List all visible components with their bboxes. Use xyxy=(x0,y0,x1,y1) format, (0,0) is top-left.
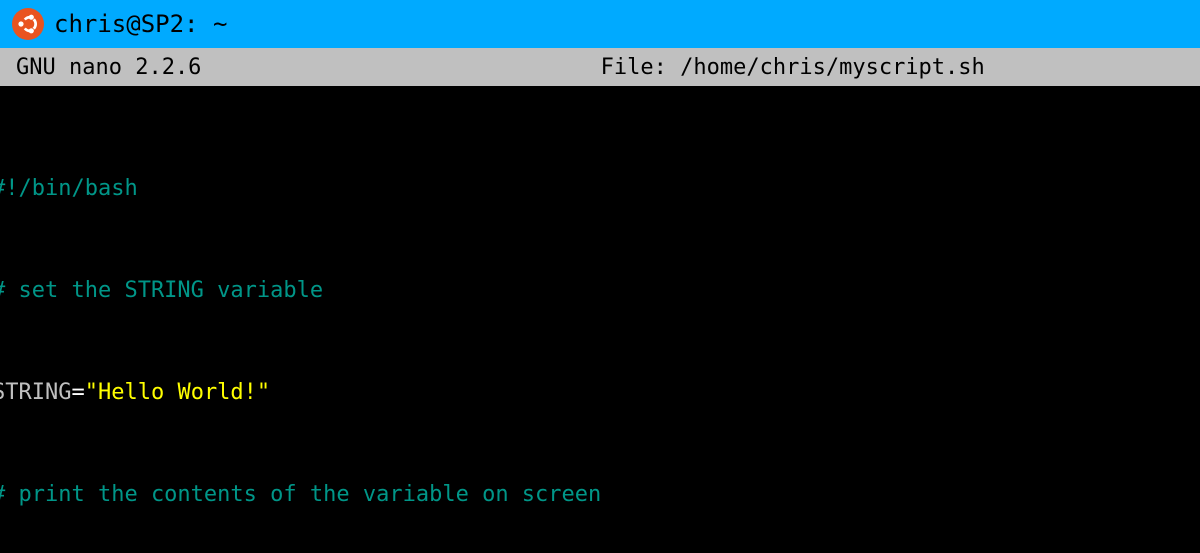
ubuntu-icon xyxy=(12,8,44,40)
assign-op: = xyxy=(71,380,84,405)
code-line: STRING="Hello World!" xyxy=(0,376,1200,410)
nano-file-label: File: /home/chris/myscript.sh xyxy=(201,55,1184,80)
nano-header-bar: GNU nano 2.2.6 File: /home/chris/myscrip… xyxy=(0,48,1200,86)
window-titlebar[interactable]: chris@SP2: ~ xyxy=(0,0,1200,48)
window-title: chris@SP2: ~ xyxy=(54,10,227,38)
editor-content[interactable]: #!/bin/bash # set the STRING variable ST… xyxy=(0,86,1200,553)
code-line: # print the contents of the variable on … xyxy=(0,478,1200,512)
comment: # set the STRING variable xyxy=(0,278,323,303)
code-line: #!/bin/bash xyxy=(0,172,1200,206)
shebang: #!/bin/bash xyxy=(0,176,138,201)
string-literal: "Hello World!" xyxy=(85,380,270,405)
comment: # print the contents of the variable on … xyxy=(0,482,601,507)
nano-version-label: GNU nano 2.2.6 xyxy=(16,55,201,80)
variable-name: STRING xyxy=(0,380,71,405)
code-line: # set the STRING variable xyxy=(0,274,1200,308)
